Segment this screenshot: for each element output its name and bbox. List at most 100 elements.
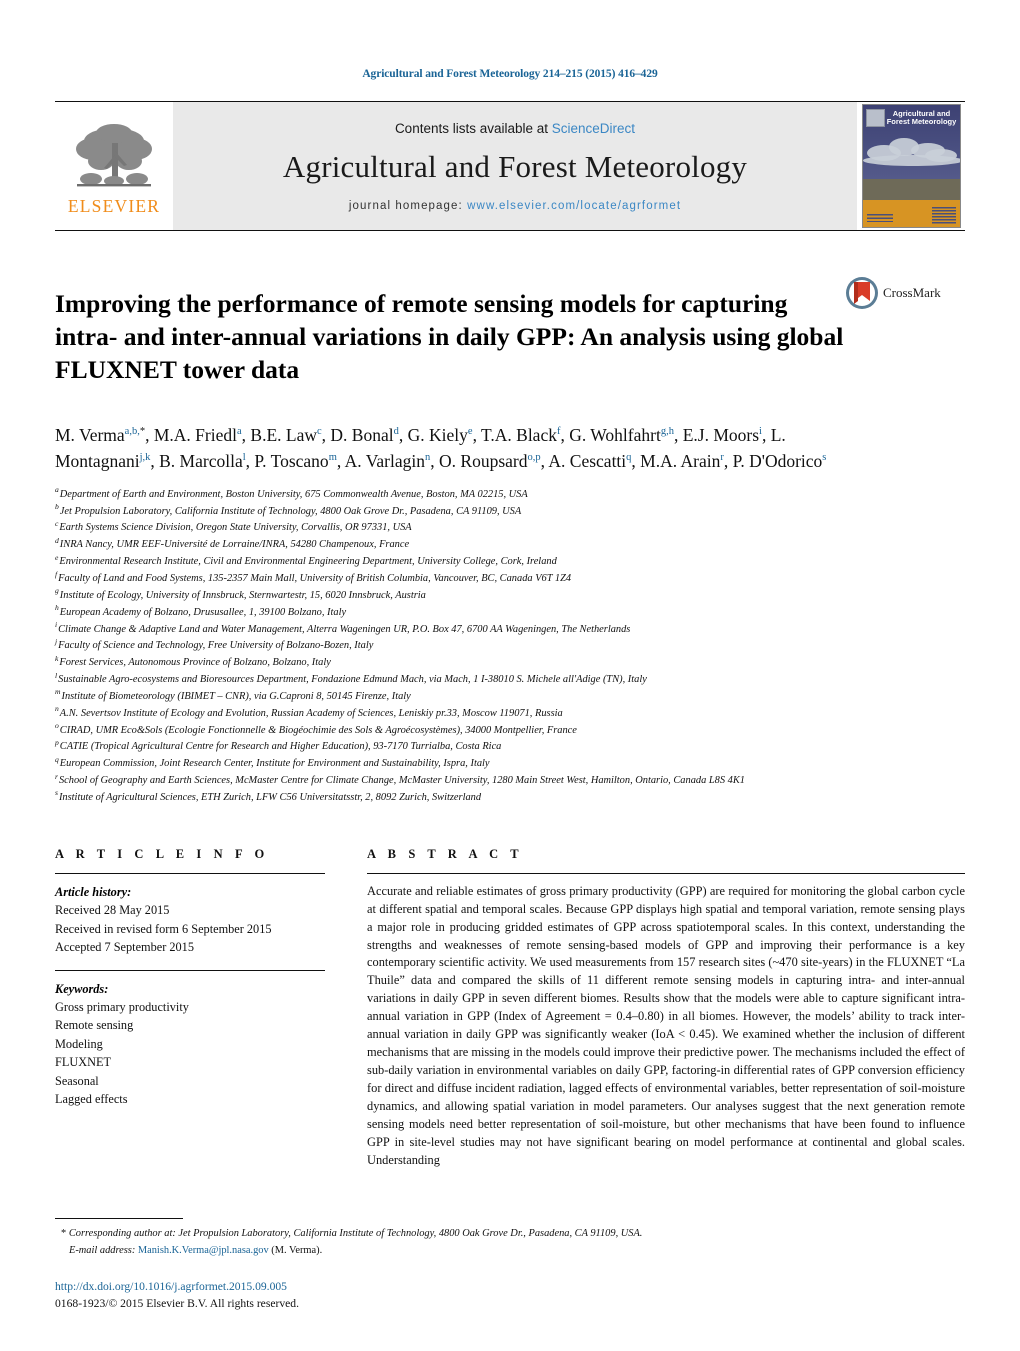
affiliation-label: o — [55, 721, 59, 731]
crossmark-icon — [846, 277, 878, 309]
affiliation-text: Earth Systems Science Division, Oregon S… — [59, 522, 412, 534]
email-note: E-mail address: Manish.K.Verma@jpl.nasa.… — [55, 1243, 965, 1260]
affiliation-item: jFaculty of Science and Technology, Free… — [55, 638, 935, 655]
email-label: E-mail address: — [69, 1244, 136, 1256]
affiliation-text: Institute of Biometeorology (IBIMET – CN… — [61, 690, 411, 702]
affiliation-label: e — [55, 552, 59, 562]
footer-divider — [55, 1217, 183, 1219]
affiliation-text: Institute of Ecology, University of Inns… — [59, 589, 426, 601]
affiliation-item: oCIRAD, UMR Eco&Sols (Ecologie Fonctionn… — [55, 721, 935, 740]
affiliation-item: iClimate Change & Adaptive Land and Wate… — [55, 620, 935, 639]
page-title: Improving the performance of remote sens… — [55, 289, 844, 385]
affiliation-label: j — [55, 636, 58, 646]
journal-title: Agricultural and Forest Meteorology — [282, 149, 748, 184]
cover-landscape — [862, 179, 960, 202]
keyword-item: Lagged effects — [55, 1092, 128, 1107]
affiliation-label: s — [55, 788, 58, 798]
corresponding-author-star: * — [61, 1227, 67, 1239]
masthead-center: Contents lists available at ScienceDirec… — [173, 102, 857, 230]
journal-homepage-line: journal homepage: www.elsevier.com/locat… — [349, 200, 681, 212]
affiliation-text: Jet Propulsion Laboratory, California In… — [59, 505, 522, 517]
affiliation-list: aDepartment of Earth and Environment, Bo… — [55, 485, 935, 807]
sciencedirect-link[interactable]: ScienceDirect — [552, 121, 635, 136]
affiliation-item: dINRA Nancy, UMR EEF-Université de Lorra… — [55, 537, 935, 554]
affiliation-label: m — [55, 687, 61, 697]
affiliation-text: Climate Change & Adaptive Land and Water… — [58, 623, 631, 635]
cover-cloud — [862, 155, 960, 166]
affiliation-item: hEuropean Academy of Bolzano, Drususalle… — [55, 604, 935, 622]
cover-image: Agricultural and Forest Meteorology — [861, 104, 961, 228]
journal-article-page: Agricultural and Forest Meteorology 214–… — [0, 0, 1020, 1351]
affiliation-label: d — [55, 535, 59, 545]
affiliation-text: Institute of Agricultural Sciences, ETH … — [58, 791, 482, 803]
affiliation-text: CATIE (Tropical Agricultural Centre for … — [59, 741, 502, 753]
contents-available-line: Contents lists available at ScienceDirec… — [395, 121, 635, 136]
email-suffix: (M. Verma). — [271, 1244, 323, 1256]
article-history-label: Article history: — [55, 884, 132, 899]
crossmark-badge[interactable]: CrossMark — [845, 270, 953, 310]
affiliation-text: CIRAD, UMR Eco&Sols (Ecologie Fonctionne… — [59, 724, 577, 736]
affiliation-label: c — [55, 518, 59, 528]
cover-issue-lines — [866, 214, 893, 222]
affiliation-text: Sustainable Agro-ecosystems and Bioresou… — [58, 674, 647, 686]
affiliation-text: Faculty of Science and Technology, Free … — [58, 640, 374, 652]
email-link[interactable]: Manish.K.Verma@jpl.nasa.gov — [138, 1245, 269, 1256]
affiliation-text: A.N. Severtsov Institute of Ecology and … — [59, 707, 563, 719]
affiliation-item: qEuropean Commission, Joint Research Cen… — [55, 754, 935, 773]
author-list: M. Vermaa,b,*, M.A. Friedla, B.E. Lawc, … — [55, 424, 827, 472]
divider — [367, 872, 965, 874]
affiliation-label: g — [55, 586, 59, 596]
article-history-item: Received 28 May 2015 — [55, 903, 170, 918]
doi-block: http://dx.doi.org/10.1016/j.agrformet.20… — [55, 1279, 965, 1313]
affiliation-text: Department of Earth and Environment, Bos… — [59, 488, 528, 500]
article-info-heading: A R T I C L E I N F O — [55, 846, 269, 861]
abstract-heading: A B S T R A C T — [367, 846, 524, 861]
affiliation-item: bJet Propulsion Laboratory, California I… — [55, 503, 935, 521]
divider — [55, 872, 325, 874]
homepage-url[interactable]: www.elsevier.com/locate/agrformet — [467, 200, 681, 212]
affiliation-label: i — [55, 620, 58, 630]
affiliation-item: pCATIE (Tropical Agricultural Centre for… — [55, 739, 935, 756]
cover-barcode-icon — [931, 207, 956, 224]
affiliation-item: fFaculty of Land and Food Systems, 135-2… — [55, 570, 935, 588]
affiliation-text: INRA Nancy, UMR EEF-Université de Lorrai… — [59, 539, 410, 551]
affiliation-label: q — [55, 754, 59, 764]
contents-prefix: Contents lists available at — [394, 121, 552, 136]
corresponding-author-text: Corresponding author at: Jet Propulsion … — [68, 1227, 643, 1239]
article-history-item: Received in revised form 6 September 201… — [55, 921, 272, 936]
affiliation-label: a — [55, 485, 59, 495]
doi-link[interactable]: http://dx.doi.org/10.1016/j.agrformet.20… — [55, 1279, 965, 1296]
affiliation-item: cEarth Systems Science Division, Oregon … — [55, 520, 935, 537]
article-history-item: Accepted 7 September 2015 — [55, 940, 194, 955]
affiliation-item: rSchool of Geography and Earth Sciences,… — [55, 771, 935, 790]
affiliation-text: European Academy of Bolzano, Drususallee… — [59, 606, 347, 618]
affiliation-item: gInstitute of Ecology, University of Inn… — [55, 586, 935, 605]
affiliation-text: Forest Services, Autonomous Province of … — [59, 657, 331, 669]
keyword-item: Remote sensing — [55, 1018, 134, 1033]
keywords-label: Keywords: — [55, 981, 109, 996]
homepage-label: journal homepage: — [348, 200, 468, 212]
elsevier-wordmark: ELSEVIER — [67, 195, 161, 216]
elsevier-logo: ELSEVIER — [55, 102, 173, 230]
journal-masthead: ELSEVIER Contents lists available at Sci… — [55, 101, 965, 231]
affiliation-label: r — [55, 771, 58, 781]
affiliation-item: eEnvironmental Research Institute, Civil… — [55, 552, 935, 571]
keyword-item: Seasonal — [55, 1073, 99, 1088]
affiliation-label: p — [55, 737, 59, 747]
keyword-item: Modeling — [55, 1036, 103, 1051]
abstract-text: Accurate and reliable estimates of gross… — [367, 883, 965, 1167]
affiliation-text: Faculty of Land and Food Systems, 135-23… — [58, 572, 572, 584]
keyword-item: Gross primary productivity — [55, 999, 189, 1014]
affiliation-item: mInstitute of Biometeorology (IBIMET – C… — [55, 687, 935, 706]
divider — [55, 969, 325, 971]
title-row: Improving the performance of remote sens… — [55, 270, 965, 404]
affiliation-text: Environmental Research Institute, Civil … — [59, 556, 557, 568]
affiliation-item: sInstitute of Agricultural Sciences, ETH… — [55, 788, 935, 807]
page-footer: * Corresponding author at: Jet Propulsio… — [55, 1217, 965, 1313]
cover-journal-title: Agricultural and Forest Meteorology — [886, 109, 957, 127]
elsevier-tree-icon — [76, 123, 152, 187]
article-info-column: A R T I C L E I N F O Article history: R… — [55, 847, 325, 1170]
affiliation-item: lSustainable Agro-ecosystems and Bioreso… — [55, 671, 935, 689]
cover-publisher-badge-icon — [865, 109, 885, 127]
affiliation-text: School of Geography and Earth Sciences, … — [58, 775, 745, 787]
